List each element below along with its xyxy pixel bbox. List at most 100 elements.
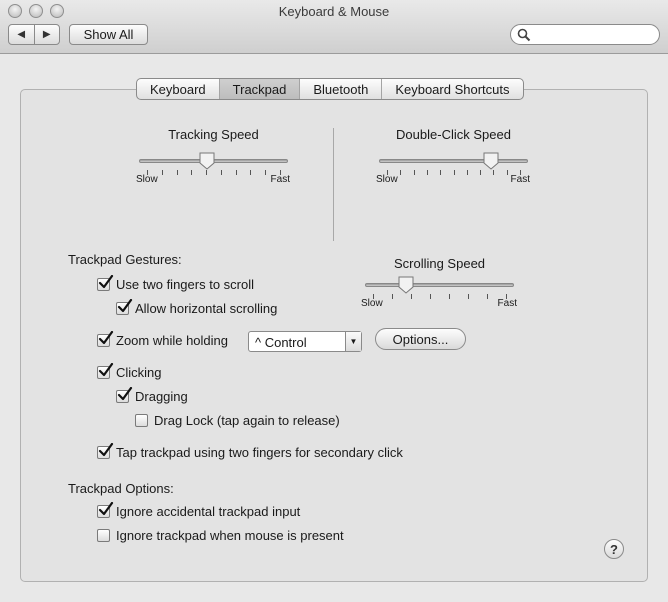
slider-tick [400, 170, 402, 175]
secondary-click-label: Tap trackpad using two fingers for secon… [116, 444, 403, 460]
tracking-speed-label: Tracking Speed [168, 127, 259, 142]
slider-tick [493, 170, 495, 175]
clicking-checkbox[interactable] [97, 362, 114, 379]
drag-lock-checkbox[interactable] [135, 413, 148, 427]
ignore-accidental-option[interactable]: Ignore accidental trackpad input [97, 501, 301, 519]
slider-tick [206, 170, 208, 175]
slider-tick [161, 170, 163, 175]
horizontal-scroll-option[interactable]: Allow horizontal scrolling [116, 298, 278, 316]
checkmark-icon [98, 442, 114, 456]
drag-lock-label: Drag Lock (tap again to release) [154, 412, 340, 428]
checkmark-icon [117, 386, 133, 400]
slider-tick [220, 170, 222, 175]
back-forward-group: ◀ ▶ [8, 24, 60, 45]
checkmark-icon [98, 274, 114, 288]
slider-tick [466, 170, 468, 175]
tab-trackpad[interactable]: Trackpad [218, 79, 300, 99]
slider-ticks [379, 170, 528, 175]
slider-tick [250, 170, 252, 175]
tab-keyboard-shortcuts[interactable]: Keyboard Shortcuts [381, 79, 522, 99]
checkmark-icon [98, 501, 114, 515]
search-field[interactable] [510, 24, 660, 45]
dragging-label: Dragging [135, 388, 188, 404]
secondary-click-option[interactable]: Tap trackpad using two fingers for secon… [97, 442, 403, 460]
scrolling-speed-label: Scrolling Speed [393, 256, 486, 271]
ignore-when-mouse-option[interactable]: Ignore trackpad when mouse is present [97, 527, 344, 543]
zoom-modifier-value: ^ Control [255, 335, 307, 350]
zoom-modifier-select[interactable]: ^ Control ▼ [248, 331, 362, 352]
keyboard-mouse-window: Keyboard & Mouse ◀ ▶ Show All Keyboard T… [0, 0, 668, 602]
slider-tick [430, 294, 431, 299]
dragging-option[interactable]: Dragging [116, 386, 188, 404]
dragging-checkbox[interactable] [116, 386, 133, 403]
checkmark-icon [117, 298, 133, 312]
slider-tick [411, 294, 412, 299]
show-all-button[interactable]: Show All [69, 24, 148, 45]
slider-tick [449, 294, 450, 299]
horizontal-scroll-checkbox[interactable] [116, 298, 133, 315]
slider-tick [487, 294, 488, 299]
slider-tick [265, 170, 267, 175]
drag-lock-option[interactable]: Drag Lock (tap again to release) [135, 412, 340, 428]
slider-tick [235, 170, 237, 175]
checkmark-icon [98, 330, 114, 344]
slider-tick [480, 170, 482, 175]
slider-tick [468, 294, 469, 299]
scrolling-speed-max-label: Fast [497, 298, 517, 309]
secondary-click-checkbox[interactable] [97, 442, 114, 459]
slider-tick [191, 170, 193, 175]
back-arrow-icon: ◀ [17, 29, 26, 40]
two-finger-scroll-checkbox[interactable] [97, 274, 114, 291]
forward-arrow-icon: ▶ [42, 29, 51, 40]
double-click-speed-label: Double-Click Speed [396, 127, 511, 142]
clicking-option[interactable]: Clicking [97, 362, 162, 380]
zoom-label: Zoom while holding [116, 332, 229, 348]
slider-track [365, 283, 514, 287]
trackpad-options-heading: Trackpad Options: [68, 481, 174, 496]
tab-keyboard[interactable]: Keyboard [137, 79, 219, 99]
slider-thumb[interactable] [199, 152, 215, 170]
title-bar: Keyboard & Mouse ◀ ▶ Show All [0, 0, 668, 54]
double-click-speed-max-label: Fast [510, 174, 530, 185]
tab-bluetooth[interactable]: Bluetooth [299, 79, 381, 99]
chevron-down-icon[interactable]: ▼ [345, 332, 361, 351]
zoom-options-button[interactable]: Options... [375, 328, 466, 350]
double-click-speed-min-label: Slow [376, 174, 398, 185]
slider-ticks [365, 294, 514, 299]
ignore-accidental-label: Ignore accidental trackpad input [116, 503, 301, 519]
zoom-option[interactable]: Zoom while holding [97, 330, 229, 348]
slider-track [379, 159, 528, 163]
tracking-speed-max-label: Fast [270, 174, 290, 185]
search-icon [517, 28, 531, 42]
vertical-divider [333, 128, 334, 241]
slider-tick [413, 170, 415, 175]
clicking-label: Clicking [116, 364, 162, 380]
slider-tick [176, 170, 178, 175]
checkmark-icon [98, 362, 114, 376]
two-finger-scroll-option[interactable]: Use two fingers to scroll [97, 274, 254, 292]
trackpad-gestures-heading: Trackpad Gestures: [68, 252, 182, 267]
slider-thumb[interactable] [483, 152, 499, 170]
ignore-accidental-checkbox[interactable] [97, 501, 114, 518]
scrolling-speed-slider[interactable]: Slow Fast [361, 276, 517, 311]
pane-tab-bar: Keyboard Trackpad Bluetooth Keyboard Sho… [136, 78, 524, 100]
help-button[interactable]: ? [604, 539, 624, 559]
slider-tick [426, 170, 428, 175]
slider-tick [392, 294, 393, 299]
double-click-speed-slider[interactable]: Slow Fast [376, 152, 530, 187]
ignore-when-mouse-checkbox[interactable] [97, 528, 110, 542]
horizontal-scroll-label: Allow horizontal scrolling [135, 300, 278, 316]
slider-tick [440, 170, 442, 175]
forward-button[interactable]: ▶ [33, 25, 60, 44]
zoom-checkbox[interactable] [97, 330, 114, 347]
ignore-when-mouse-label: Ignore trackpad when mouse is present [116, 527, 344, 543]
window-title: Keyboard & Mouse [278, 4, 390, 19]
slider-ticks [139, 170, 288, 175]
back-button[interactable]: ◀ [9, 25, 34, 44]
slider-tick [506, 170, 508, 175]
scrolling-speed-min-label: Slow [361, 298, 383, 309]
tracking-speed-slider[interactable]: Slow Fast [136, 152, 290, 187]
tracking-speed-min-label: Slow [136, 174, 158, 185]
slider-tick [453, 170, 455, 175]
slider-thumb[interactable] [398, 276, 414, 294]
